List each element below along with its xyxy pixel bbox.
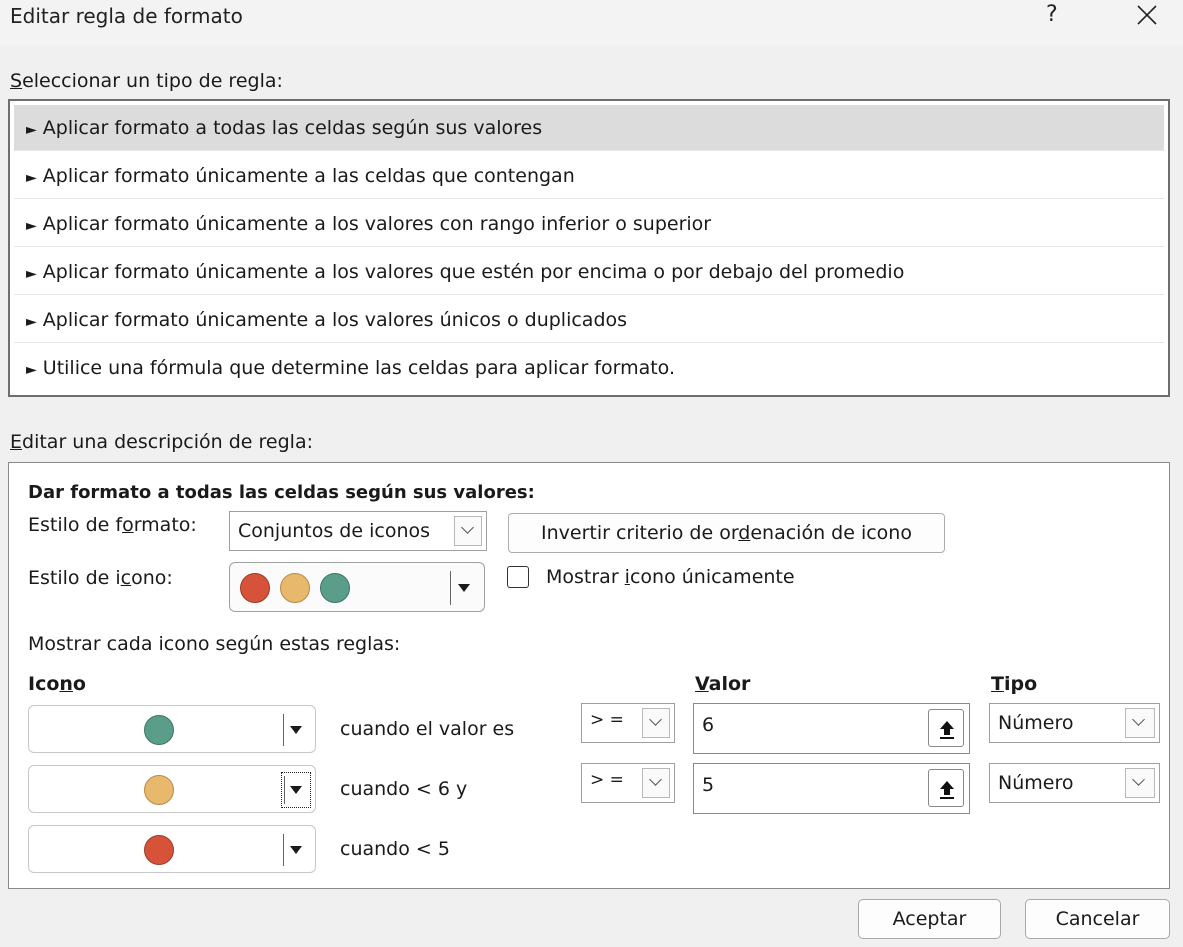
arrow-up-icon [940,721,954,739]
value-input-row-1[interactable]: 6 [693,703,970,754]
column-header-icon: Icono [28,673,86,695]
yellow-circle-icon [280,573,310,603]
arrow-icon: ► [26,266,37,282]
dropdown-separator [450,571,451,605]
column-header-type: Tipo [991,673,1038,695]
operator-select-row-2[interactable]: > = [581,763,675,803]
format-style-value: Conjuntos de iconos [238,520,431,542]
select-cell-button[interactable] [928,769,964,807]
icon-select-row-2[interactable] [28,765,316,813]
green-circle-icon [320,573,350,603]
dropdown-arrow-icon[interactable] [290,726,302,734]
icon-select-row-3[interactable] [28,825,316,873]
type-dropdown-button[interactable] [1125,708,1155,738]
rule-type-item[interactable]: ► Aplicar formato únicamente a los valore… [14,297,1164,343]
rule-type-item[interactable]: ► Aplicar formato únicamente a los valore… [14,201,1164,247]
dialog-title: Editar regla de formato [10,4,243,28]
icon-style-label: Estilo de icono: [28,567,173,589]
dropdown-separator [284,776,285,804]
format-style-select[interactable]: Conjuntos de iconos [229,511,487,551]
reverse-icon-order-button[interactable]: Invertir criterio de ordenación de icono [508,513,945,553]
rule-type-list[interactable]: ► Aplicar formato a todas las celdas segú… [8,99,1170,397]
dropdown-separator [283,834,284,866]
icon-style-select[interactable] [229,562,485,612]
green-circle-icon [144,715,174,745]
dropdown-separator [283,714,284,746]
show-icon-only-checkbox[interactable] [507,566,529,588]
rule-type-item[interactable]: ► Aplicar formato únicamente a los valore… [14,249,1164,295]
description-heading: Dar formato a todas las celdas según sus… [28,482,535,503]
arrow-icon: ► [26,362,37,378]
arrow-icon: ► [26,218,37,234]
rule-type-item[interactable]: ► Utilice una fórmula que determine las c… [14,345,1164,391]
value-input-row-2[interactable]: 5 [693,763,970,814]
icon-select-row-1[interactable] [28,705,316,753]
chevron-down-icon [1132,773,1145,786]
rule-description-label: Editar una descripción de regla: [10,431,313,453]
type-dropdown-button[interactable] [1125,768,1155,798]
condition-row-2: cuando < 6 y [340,778,468,800]
operator-select-row-1[interactable]: > = [581,703,675,743]
dropdown-arrow-icon[interactable] [458,584,470,592]
arrow-icon: ► [26,170,37,186]
ok-button[interactable]: Aceptar [858,899,1001,939]
operator-dropdown-button[interactable] [642,708,670,738]
type-select-row-2[interactable]: Número [989,763,1160,803]
chevron-down-icon [1132,713,1145,726]
help-button[interactable]: ? [1046,2,1058,27]
rules-caption: Mostrar cada icono según estas reglas: [28,633,401,655]
condition-row-3: cuando < 5 [340,838,450,860]
arrow-icon: ► [26,122,37,138]
dropdown-arrow-icon[interactable] [290,846,302,854]
close-icon[interactable] [1136,2,1158,28]
chevron-down-icon [461,521,474,534]
type-select-row-1[interactable]: Número [989,703,1160,743]
rule-type-item[interactable]: ► Aplicar formato a todas las celdas segú… [14,105,1164,151]
dropdown-arrow-icon[interactable] [290,786,302,794]
red-circle-icon [240,573,270,603]
format-style-label: Estilo de formato: [28,514,197,536]
rule-type-label: Seleccionar un tipo de regla: [10,70,283,92]
operator-dropdown-button[interactable] [642,768,670,798]
chevron-down-icon [649,713,662,726]
condition-row-1: cuando el valor es [340,718,515,740]
yellow-circle-icon [144,775,174,805]
format-style-dropdown-button[interactable] [454,516,482,546]
chevron-down-icon [649,773,662,786]
column-header-value: Valor [695,673,751,695]
arrow-icon: ► [26,314,37,330]
rule-type-item[interactable]: ► Aplicar formato únicamente a las celdas… [14,153,1164,199]
red-circle-icon [144,835,174,865]
show-icon-only-label: Mostrar icono únicamente [546,566,795,588]
arrow-up-icon [940,781,954,799]
select-cell-button[interactable] [928,709,964,747]
cancel-button[interactable]: Cancelar [1025,899,1170,939]
